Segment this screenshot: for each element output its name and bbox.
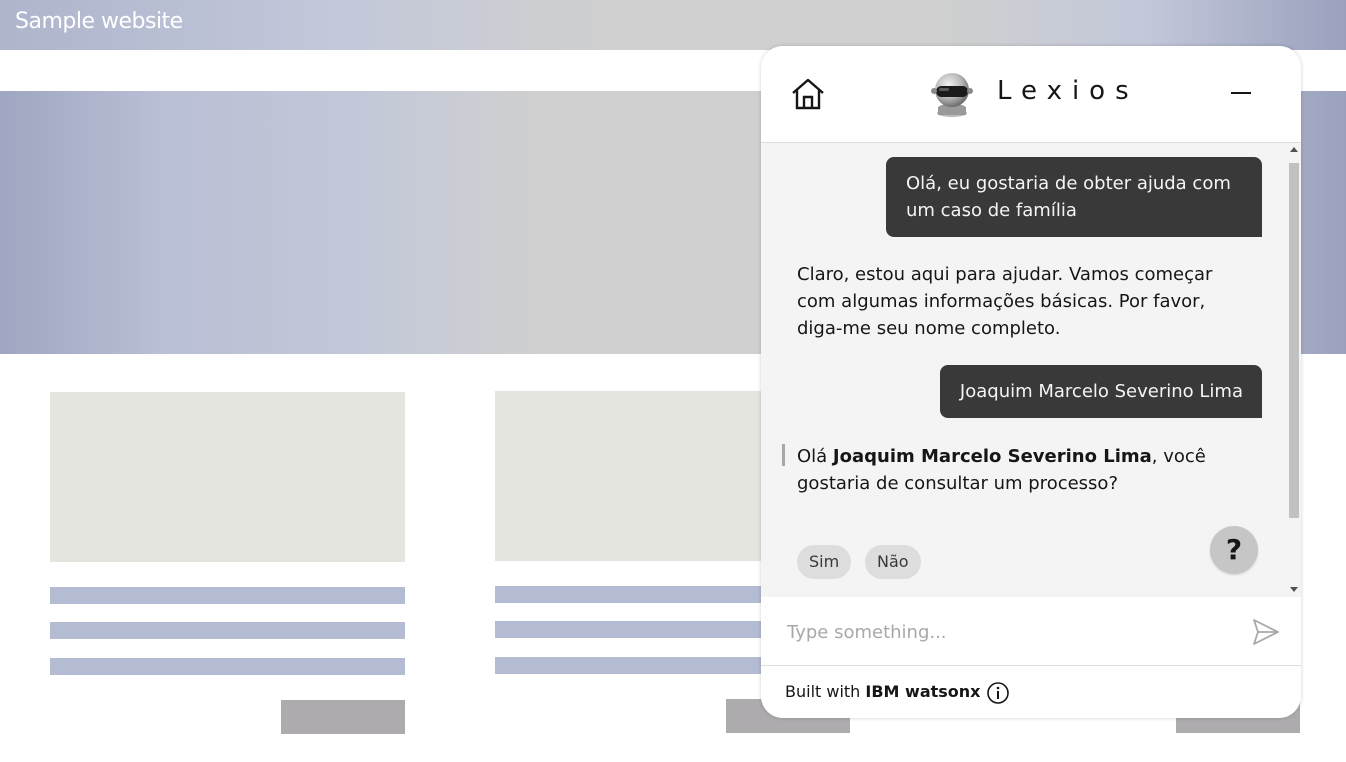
footer-text: Built with IBM watsonx [785,682,981,701]
message-focus-indicator [782,444,785,466]
message-input-area [761,597,1301,666]
message-scrollbar[interactable] [1288,143,1301,597]
message-input[interactable] [787,614,1237,650]
site-header: Sample website [0,0,1346,50]
user-message: Joaquim Marcelo Severino Lima [939,365,1262,418]
card-text-line [50,658,405,675]
site-title: Sample website [15,9,183,34]
scroll-down-arrow-icon[interactable] [1290,587,1298,592]
send-icon[interactable] [1251,617,1281,647]
minimize-icon[interactable] [1231,82,1253,104]
message-list: Olá, eu gostaria de obter ajuda com um c… [761,143,1301,597]
bot-message-prefix: Olá [797,446,833,467]
scroll-thumb[interactable] [1289,163,1299,518]
scroll-up-arrow-icon[interactable] [1290,147,1298,152]
bot-name: Lexios [997,76,1139,106]
card-text-line [50,622,405,639]
card-button-1[interactable] [281,700,405,734]
card-text-line [50,587,405,604]
user-message-text: Joaquim Marcelo Severino Lima [959,381,1243,402]
chat-widget: Lexios Olá, eu gostaria de obter ajuda c… [761,46,1301,718]
card-image-1 [50,392,405,562]
home-icon[interactable] [790,77,826,111]
user-message: Olá, eu gostaria de obter ajuda com um c… [886,157,1262,237]
robot-avatar [929,69,975,117]
bot-message-name: Joaquim Marcelo Severino Lima [832,446,1152,467]
quick-reply-sim[interactable]: Sim [797,545,852,579]
footer-brand: IBM watsonx [865,682,981,701]
footer-prefix: Built with [785,682,866,701]
quick-reply-nao[interactable]: Não [865,545,921,579]
user-message-text: Olá, eu gostaria de obter ajuda com um c… [906,173,1231,221]
chat-footer: Built with IBM watsonx [761,666,1301,718]
chat-header: Lexios [761,46,1301,143]
info-icon[interactable] [986,681,1010,705]
bot-message-text: Claro, estou aqui para ajudar. Vamos com… [797,264,1213,339]
bot-message: Olá Joaquim Marcelo Severino Lima, você … [797,443,1237,497]
help-icon[interactable]: ? [1210,526,1258,574]
bot-message: Claro, estou aqui para ajudar. Vamos com… [797,261,1237,342]
